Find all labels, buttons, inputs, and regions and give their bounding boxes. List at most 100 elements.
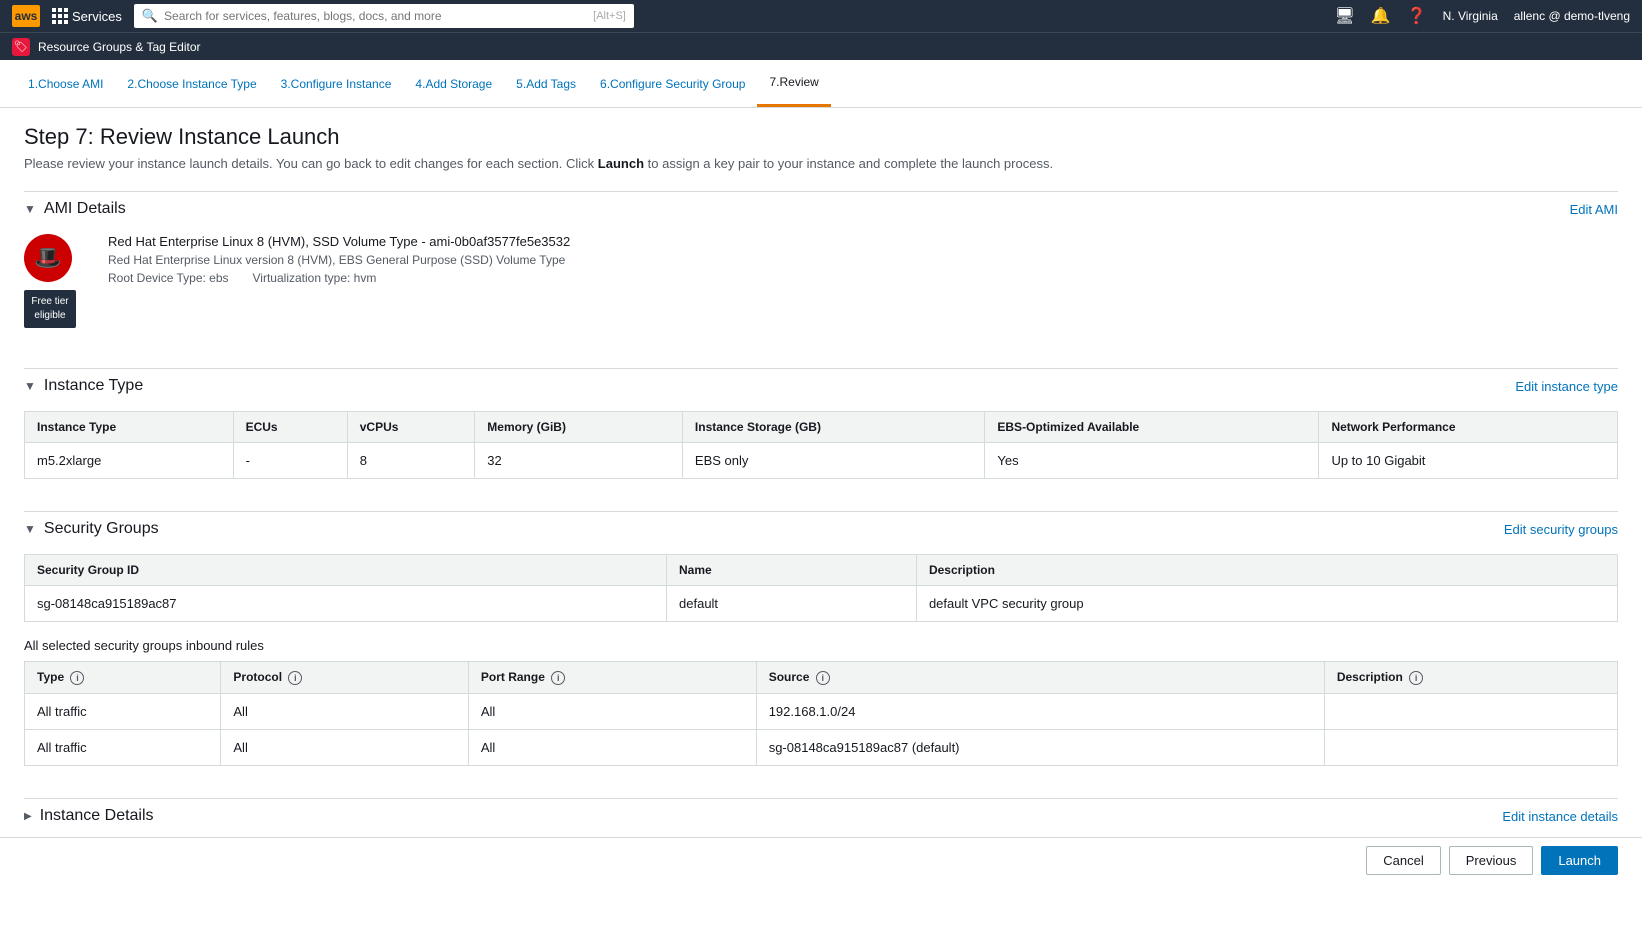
edit-instance-details-link[interactable]: Edit instance details: [1502, 809, 1618, 824]
sg-id: sg-08148ca915189ac87: [25, 586, 667, 622]
footer: Cancel Previous Launch: [0, 837, 1642, 883]
inbound-col-desc: Description i: [1324, 662, 1617, 694]
page-subtitle: Please review your instance launch detai…: [24, 156, 1618, 171]
aws-icon: aws: [12, 5, 40, 27]
search-icon: 🔍: [142, 8, 158, 24]
sg-col-id: Security Group ID: [25, 555, 667, 586]
inbound-col-protocol: Protocol i: [221, 662, 468, 694]
page-title: Step 7: Review Instance Launch: [24, 124, 1618, 150]
edit-ami-link[interactable]: Edit AMI: [1570, 202, 1618, 217]
inbound-source-2: sg-08148ca915189ac87 (default): [756, 730, 1324, 766]
inbound-protocol-1: All: [221, 694, 468, 730]
cell-vcpus: 8: [347, 443, 475, 479]
security-groups-body: Security Group ID Name Description sg-08…: [24, 554, 1618, 774]
security-groups-header[interactable]: ▼ Security Groups Edit security groups: [24, 511, 1618, 546]
col-storage: Instance Storage (GB): [682, 412, 984, 443]
inbound-desc-1: [1324, 694, 1617, 730]
security-groups-table: Security Group ID Name Description sg-08…: [24, 554, 1618, 622]
ami-detail-row: 🎩 Free tier eligible Red Hat Enterprise …: [24, 226, 1618, 336]
nav-grid-button[interactable]: Services: [52, 8, 122, 24]
step-3[interactable]: 3. Configure Instance: [269, 60, 404, 107]
sg-desc: default VPC security group: [916, 586, 1617, 622]
region-selector[interactable]: N. Virginia: [1443, 9, 1498, 23]
top-navigation: aws Services 🔍 [Alt+S] 🖥 🔔 ❓ N. Virginia…: [0, 0, 1642, 32]
previous-button[interactable]: Previous: [1449, 846, 1534, 875]
sg-col-name: Name: [667, 555, 917, 586]
step-1[interactable]: 1. Choose AMI: [16, 60, 115, 107]
col-instance-type: Instance Type: [25, 412, 234, 443]
help-icon[interactable]: ❓: [1407, 6, 1427, 26]
free-tier-badge: Free tier eligible: [24, 290, 76, 328]
cell-memory: 32: [475, 443, 683, 479]
cell-instance-type: m5.2xlarge: [25, 443, 234, 479]
instance-type-section: ▼ Instance Type Edit instance type Insta…: [24, 368, 1618, 487]
ami-section-header[interactable]: ▼ AMI Details Edit AMI: [24, 191, 1618, 226]
launch-button[interactable]: Launch: [1541, 846, 1618, 875]
instance-type-body: Instance Type ECUs vCPUs Memory (GiB) In…: [24, 411, 1618, 487]
inbound-type-1: All traffic: [25, 694, 221, 730]
inbound-row-2: All traffic All All sg-08148ca915189ac87…: [25, 730, 1618, 766]
step-7[interactable]: 7. Review: [757, 60, 830, 107]
inbound-type-2: All traffic: [25, 730, 221, 766]
main-content: Step 7: Review Instance Launch Please re…: [0, 108, 1642, 932]
ami-name: Red Hat Enterprise Linux 8 (HVM), SSD Vo…: [108, 234, 1618, 249]
search-input[interactable]: [164, 9, 587, 23]
type-info-icon[interactable]: i: [70, 671, 84, 685]
ami-logo: 🎩: [24, 234, 72, 282]
inbound-rules-title: All selected security groups inbound rul…: [24, 638, 1618, 653]
instance-type-row: m5.2xlarge - 8 32 EBS only Yes Up to 10 …: [25, 443, 1618, 479]
step-6[interactable]: 6. Configure Security Group: [588, 60, 757, 107]
ami-section-body: 🎩 Free tier eligible Red Hat Enterprise …: [24, 226, 1618, 344]
inbound-port-1: All: [468, 694, 756, 730]
edit-instance-type-link[interactable]: Edit instance type: [1515, 379, 1618, 394]
nav-right-area: 🖥 🔔 ❓ N. Virginia allenc @ demo-tlveng: [1334, 6, 1630, 26]
aws-logo[interactable]: aws: [12, 5, 40, 27]
cell-ebs: Yes: [985, 443, 1319, 479]
search-shortcut: [Alt+S]: [593, 10, 626, 22]
source-info-icon[interactable]: i: [816, 671, 830, 685]
instance-type-header[interactable]: ▼ Instance Type Edit instance type: [24, 368, 1618, 403]
protocol-info-icon[interactable]: i: [288, 671, 302, 685]
col-ecus: ECUs: [233, 412, 347, 443]
cell-storage: EBS only: [682, 443, 984, 479]
inbound-port-2: All: [468, 730, 756, 766]
security-groups-title: ▼ Security Groups: [24, 520, 159, 538]
instance-type-table: Instance Type ECUs vCPUs Memory (GiB) In…: [24, 411, 1618, 479]
inbound-col-source: Source i: [756, 662, 1324, 694]
inbound-col-port: Port Range i: [468, 662, 756, 694]
edit-security-groups-link[interactable]: Edit security groups: [1504, 522, 1618, 537]
monitor-icon[interactable]: 🖥: [1334, 6, 1354, 26]
step-5[interactable]: 5. Add Tags: [504, 60, 588, 107]
bell-icon[interactable]: 🔔: [1371, 6, 1391, 26]
grid-icon: [52, 8, 68, 24]
instance-details-header[interactable]: ▶ Instance Details Edit instance details: [24, 798, 1618, 833]
step-2[interactable]: 2. Choose Instance Type: [115, 60, 268, 107]
col-network: Network Performance: [1319, 412, 1618, 443]
root-device-type: Root Device Type: ebs: [108, 271, 229, 285]
wizard-steps: 1. Choose AMI 2. Choose Instance Type 3.…: [0, 60, 1642, 108]
desc-info-icon[interactable]: i: [1409, 671, 1423, 685]
port-info-icon[interactable]: i: [551, 671, 565, 685]
services-label[interactable]: Services: [72, 9, 122, 24]
ami-description: Red Hat Enterprise Linux version 8 (HVM)…: [108, 253, 1618, 267]
search-bar[interactable]: 🔍 [Alt+S]: [134, 4, 634, 28]
instance-type-title: ▼ Instance Type: [24, 377, 143, 395]
cell-ecus: -: [233, 443, 347, 479]
sg-name: default: [667, 586, 917, 622]
inbound-source-1: 192.168.1.0/24: [756, 694, 1324, 730]
sg-collapse-icon: ▼: [24, 522, 36, 536]
resource-bar-label[interactable]: Resource Groups & Tag Editor: [38, 40, 201, 54]
instance-details-section: ▶ Instance Details Edit instance details: [24, 798, 1618, 833]
ami-section-title: ▼ AMI Details: [24, 200, 126, 218]
virt-type: Virtualization type: hvm: [253, 271, 377, 285]
inbound-protocol-2: All: [221, 730, 468, 766]
step-4[interactable]: 4. Add Storage: [403, 60, 504, 107]
ami-metadata: Root Device Type: ebs Virtualization typ…: [108, 271, 1618, 285]
user-label[interactable]: allenc @ demo-tlveng: [1514, 9, 1630, 23]
inbound-rules-table: Type i Protocol i Port Range i Source i: [24, 661, 1618, 766]
instance-details-title: ▶ Instance Details: [24, 807, 154, 825]
security-groups-section: ▼ Security Groups Edit security groups S…: [24, 511, 1618, 774]
cancel-button[interactable]: Cancel: [1366, 846, 1440, 875]
inbound-row-1: All traffic All All 192.168.1.0/24: [25, 694, 1618, 730]
col-memory: Memory (GiB): [475, 412, 683, 443]
